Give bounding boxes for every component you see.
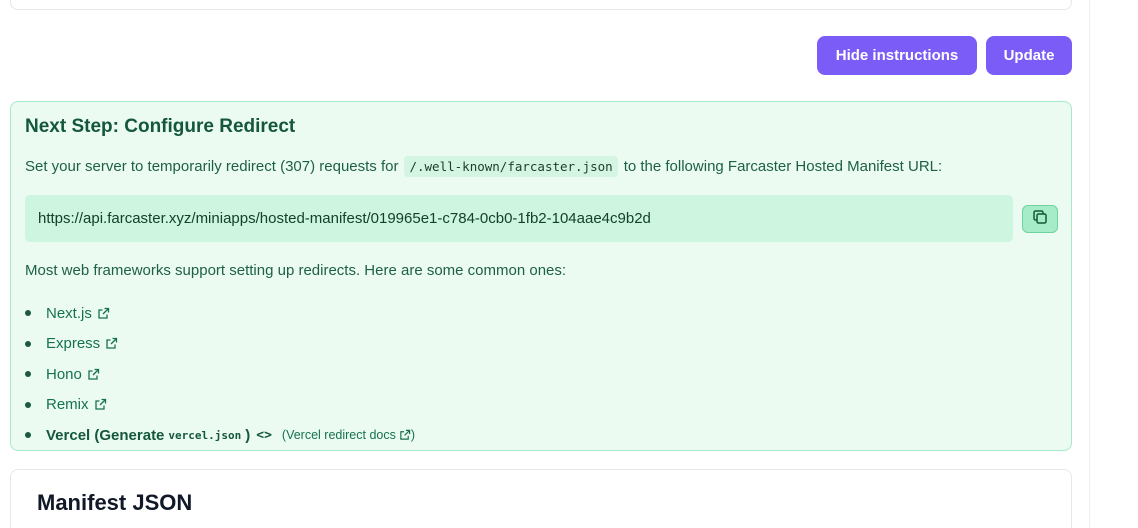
bullet bbox=[25, 371, 31, 377]
external-link-icon bbox=[105, 337, 118, 350]
external-link-icon bbox=[97, 307, 110, 320]
vercel-redirect-docs-link[interactable]: (Vercel redirect docs ) bbox=[282, 428, 415, 442]
list-item[interactable]: Remix bbox=[25, 390, 415, 421]
framework-link-express[interactable]: Express bbox=[46, 335, 100, 352]
redirect-description: Set your server to temporarily redirect … bbox=[25, 156, 942, 177]
framework-link-remix[interactable]: Remix bbox=[46, 396, 89, 413]
external-link-icon bbox=[87, 368, 100, 381]
manifest-json-card: Manifest JSON bbox=[10, 469, 1072, 528]
bullet bbox=[25, 310, 31, 316]
list-item-vercel: Vercel (Generate vercel.json ) <> (Verce… bbox=[25, 420, 415, 451]
vercel-docs-label: (Vercel redirect docs bbox=[281, 428, 396, 443]
manifest-json-title: Manifest JSON bbox=[37, 490, 193, 515]
external-link-icon bbox=[399, 429, 411, 441]
external-link-icon bbox=[94, 398, 107, 411]
framework-link-hono[interactable]: Hono bbox=[46, 366, 82, 383]
vercel-close-paren: ) bbox=[245, 426, 251, 444]
vercel-generate-button[interactable]: Vercel (Generate vercel.json ) <> bbox=[46, 427, 272, 444]
list-item[interactable]: Next.js bbox=[25, 298, 415, 329]
hosted-manifest-url-text: https://api.farcaster.xyz/miniapps/hoste… bbox=[38, 210, 651, 227]
desc-text-after: to the following Farcaster Hosted Manife… bbox=[623, 158, 943, 175]
well-known-path-code: /.well-known/farcaster.json bbox=[404, 156, 618, 177]
update-button[interactable]: Update bbox=[986, 36, 1072, 75]
hide-instructions-button[interactable]: Hide instructions bbox=[817, 36, 977, 75]
frameworks-list: Next.js Express Hono Remix Vercel (Gener… bbox=[25, 298, 415, 451]
vercel-docs-close-paren: ) bbox=[410, 428, 416, 443]
copy-url-button[interactable] bbox=[1022, 205, 1058, 233]
code-toggle-icon: <> bbox=[256, 427, 272, 443]
list-item[interactable]: Express bbox=[25, 329, 415, 360]
list-item[interactable]: Hono bbox=[25, 359, 415, 390]
right-scroll-gutter bbox=[1089, 0, 1090, 528]
previous-card bbox=[10, 0, 1072, 10]
bullet bbox=[25, 401, 31, 408]
panel-title: Next Step: Configure Redirect bbox=[25, 116, 296, 137]
bullet bbox=[25, 432, 31, 438]
vercel-json-code: vercel.json bbox=[168, 428, 242, 442]
copy-icon bbox=[1032, 209, 1048, 230]
framework-link-nextjs[interactable]: Next.js bbox=[46, 305, 92, 322]
redirect-instructions-panel: Next Step: Configure Redirect Set your s… bbox=[10, 101, 1072, 451]
frameworks-intro: Most web frameworks support setting up r… bbox=[25, 262, 567, 279]
vercel-label: Vercel (Generate bbox=[46, 426, 165, 444]
hosted-manifest-url[interactable]: https://api.farcaster.xyz/miniapps/hoste… bbox=[25, 195, 1013, 242]
bullet bbox=[25, 340, 31, 347]
desc-text-before: Set your server to temporarily redirect … bbox=[25, 158, 399, 175]
